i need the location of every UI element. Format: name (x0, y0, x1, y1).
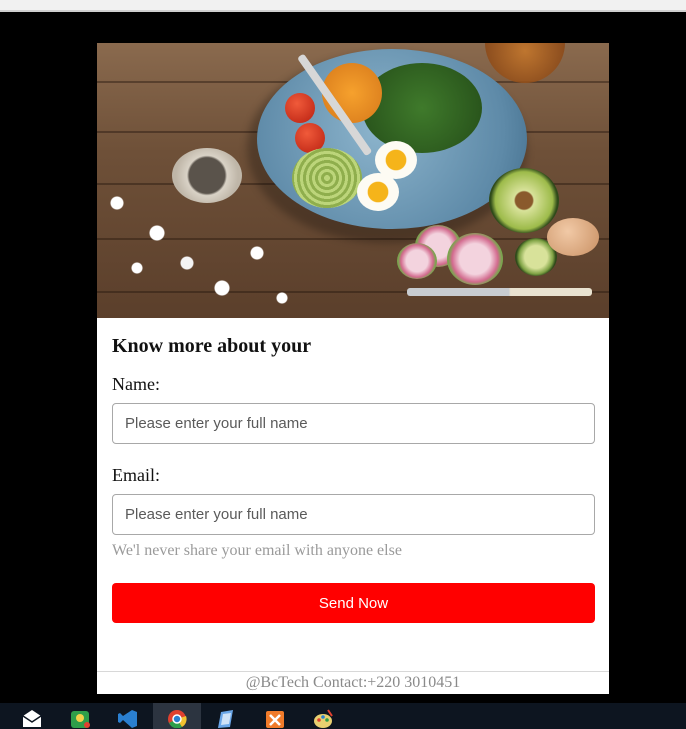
form-card: Know more about your Name: Email: We'l n… (97, 43, 609, 694)
taskbar-app-maps[interactable] (56, 703, 104, 729)
name-input[interactable] (112, 403, 595, 444)
taskbar-app-paint[interactable] (300, 703, 348, 729)
taskbar (0, 703, 686, 729)
tea-glass (485, 43, 565, 83)
white-blossoms (97, 173, 297, 318)
browser-top-strip (0, 0, 686, 12)
salad-greens (362, 63, 482, 153)
food-hero-image (97, 43, 609, 318)
knife (407, 288, 592, 296)
taskbar-app-mail[interactable] (8, 703, 56, 729)
brown-egg (547, 218, 599, 256)
email-input[interactable] (112, 494, 595, 535)
taskbar-app-xampp[interactable] (251, 703, 299, 729)
xampp-icon (266, 711, 284, 728)
zucchini-noodles (292, 148, 362, 208)
notes-icon (218, 710, 233, 728)
tomato (285, 93, 315, 123)
send-now-button[interactable]: Send Now (112, 583, 595, 623)
email-label: Email: (112, 465, 160, 485)
vscode-icon (118, 710, 137, 728)
radish-slice (447, 233, 503, 285)
form-title: Know more about your (112, 335, 312, 357)
maps-icon (71, 711, 90, 728)
boiled-egg (357, 173, 399, 211)
paint-icon (314, 709, 333, 728)
taskbar-app-vscode[interactable] (104, 703, 152, 729)
form-content: Know more about your Name: Email: We'l n… (97, 334, 609, 623)
footer-contact: @BcTech Contact:+220 3010451 (97, 671, 609, 694)
taskbar-app-chrome[interactable] (153, 703, 201, 729)
name-label: Name: (112, 374, 160, 394)
mail-icon (22, 710, 42, 727)
radish-slice (397, 243, 437, 279)
chrome-icon (168, 710, 187, 728)
avocado-half (489, 168, 559, 233)
email-help-text: We'l never share your email with anyone … (112, 542, 402, 559)
taskbar-app-notes[interactable] (202, 703, 250, 729)
